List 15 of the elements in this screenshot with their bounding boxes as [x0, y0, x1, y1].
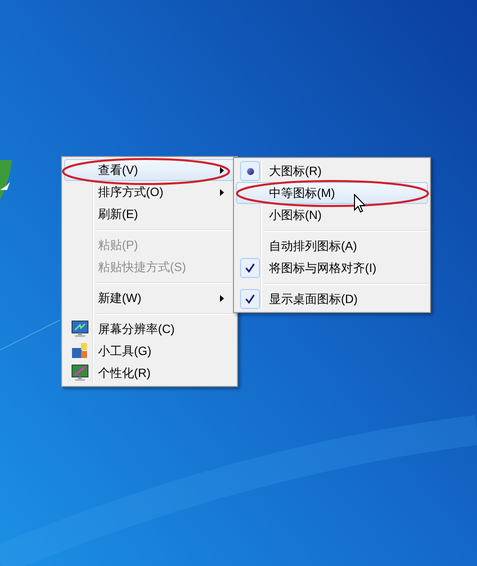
- menu-item[interactable]: 小图标(N): [236, 204, 428, 226]
- menu-item[interactable]: 大图标(R): [236, 160, 428, 182]
- menu-item[interactable]: 显示桌面图标(D): [236, 288, 428, 310]
- gadgets-icon: [71, 342, 89, 360]
- menu-item[interactable]: 将图标与网格对齐(I): [236, 257, 428, 279]
- monitor-icon: [71, 320, 89, 338]
- leaf-drawing: [0, 160, 12, 200]
- monitor-icon: [71, 364, 89, 382]
- menu-item[interactable]: 个性化(R): [64, 362, 235, 384]
- menu-item[interactable]: 新建(W): [64, 287, 235, 309]
- mouse-cursor-icon: [354, 194, 366, 213]
- menu-item[interactable]: 小工具(G): [64, 340, 235, 362]
- menu-item[interactable]: 自动排列图标(A): [236, 235, 428, 257]
- menu-item[interactable]: 刷新(E): [64, 203, 235, 225]
- menu-item[interactable]: 屏幕分辨率(C): [64, 318, 235, 340]
